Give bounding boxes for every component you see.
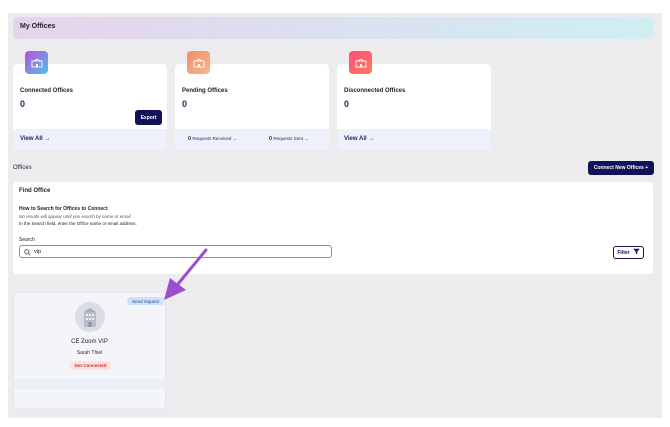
office-building-icon — [187, 51, 210, 74]
requests-sent-count: 0 — [269, 136, 273, 142]
connected-offices-count: 0 — [20, 99, 26, 109]
disconnected-offices-footer: View All → — [337, 129, 491, 150]
right-arrow-icon: → — [304, 136, 309, 141]
funnel-icon — [632, 248, 640, 257]
office-building-icon — [25, 51, 48, 74]
search-help-instructions: In the Search field, enter the Office na… — [19, 221, 137, 226]
connected-offices-card: Connected Offices 0 Export View All → — [13, 51, 167, 150]
filter-label: Filter — [617, 249, 630, 256]
export-button[interactable]: Export — [135, 110, 162, 125]
view-all-disconnected-link[interactable]: View All → — [344, 136, 374, 142]
pending-offices-footer: 0 Requests Received → 0 Requests Sent → — [175, 129, 329, 150]
disconnected-offices-card: Disconnected Offices 0 View All → — [337, 51, 491, 150]
send-request-button[interactable]: Send request — [127, 297, 164, 305]
view-all-connected-link[interactable]: View All → — [20, 136, 50, 142]
search-help-title: How to Search for Offices to Connect — [19, 206, 108, 212]
building-icon — [75, 302, 105, 332]
requests-received-label: Requests Received — [192, 136, 232, 141]
requests-sent-label: Requests Sent — [273, 136, 303, 141]
pending-offices-title: Pending Offices — [182, 88, 228, 94]
disconnected-offices-count: 0 — [344, 99, 350, 109]
office-name: CE Zoom VIP — [71, 339, 108, 345]
search-field[interactable] — [19, 245, 332, 258]
requests-received-count: 0 — [188, 136, 192, 142]
find-office-title: Find Office — [19, 188, 51, 194]
status-badge: Not Connected — [70, 361, 111, 370]
right-arrow-icon: → — [44, 136, 51, 142]
right-arrow-icon: → — [232, 136, 238, 141]
card-divider — [14, 379, 165, 389]
requests-sent-link[interactable]: 0 Requests Sent → — [269, 136, 309, 142]
offices-section-label: Offices — [13, 165, 32, 171]
right-arrow-icon: → — [368, 136, 375, 142]
page-header: My Offices — [13, 17, 653, 39]
filter-button[interactable]: Filter — [613, 246, 644, 259]
requests-received-link[interactable]: 0 Requests Received → — [188, 136, 237, 142]
office-owner: Sarah Thiel — [76, 350, 103, 356]
pending-offices-count: 0 — [182, 99, 188, 109]
search-input[interactable] — [34, 248, 314, 255]
office-result-card[interactable]: Send request CE Zoom VIP Sarah Thiel Not… — [13, 292, 166, 409]
connected-offices-footer: View All → — [13, 129, 167, 150]
office-building-icon — [349, 51, 372, 74]
view-all-label: View All — [20, 136, 43, 142]
search-help-hint: No results will appear until you search … — [19, 214, 131, 219]
search-icon — [24, 243, 31, 261]
view-all-label: View All — [344, 136, 367, 142]
connected-offices-title: Connected Offices — [20, 88, 74, 94]
find-office-panel: Find Office How to Search for Offices to… — [13, 182, 653, 274]
connect-new-offices-button[interactable]: Connect New Offices + — [588, 161, 654, 175]
pending-offices-card: Pending Offices 0 0 Requests Received → … — [175, 51, 329, 150]
page-title: My Offices — [20, 23, 56, 30]
disconnected-offices-title: Disconnected Offices — [344, 88, 406, 94]
